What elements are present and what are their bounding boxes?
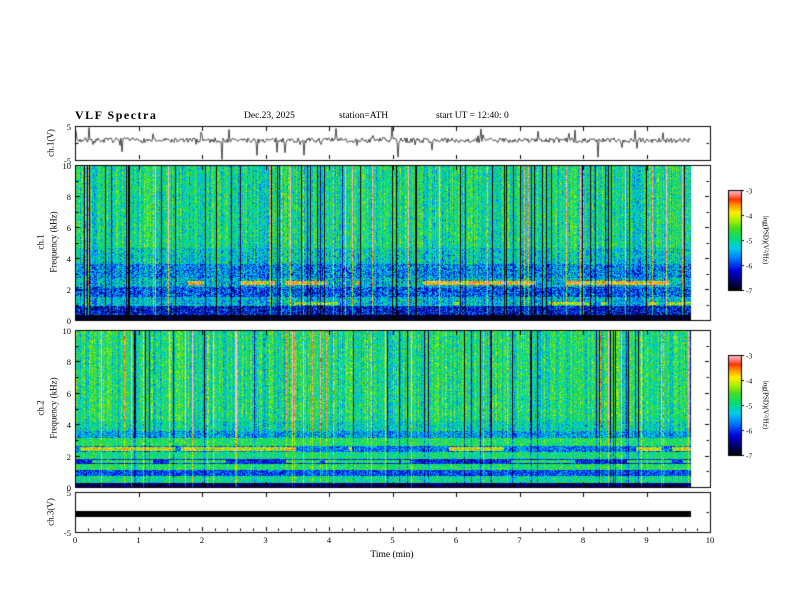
ch2-spectrogram-axis-label-line2: Frequency (kHz)	[48, 377, 59, 439]
ch3-waveform-ytick-label: -5	[63, 527, 71, 538]
x-tick-label: 6	[453, 535, 459, 545]
colorbar2-tick-label: -5	[746, 400, 753, 410]
x-tick-label: 10	[705, 535, 715, 545]
ch1-spectrogram-ytick-label: 0	[66, 315, 71, 326]
ch3-voltage-axis-label: ch.3(V)	[45, 498, 56, 526]
colorbar1-tick-label: -5	[746, 235, 753, 245]
x-axis-label: Time (min)	[370, 550, 414, 560]
figure-station: station=ATH	[339, 111, 389, 121]
x-tick-label: 1	[136, 535, 141, 545]
ch2-spectrogram-ytick-label: 10	[62, 325, 72, 336]
ch3-waveform-ytick-label: 5	[66, 487, 71, 498]
ch2-spectrogram-ytick-label: 2	[66, 451, 71, 462]
vlf-spectra-figure: VLF Spectra Dec.23, 2025 station=ATH sta…	[0, 0, 792, 612]
x-tick-label: 4	[326, 535, 332, 545]
colorbar1-tick-label: -7	[746, 285, 753, 295]
colorbar1-tick-label: -3	[746, 185, 753, 195]
ch1-spectrogram-ytick-label: 2	[66, 284, 71, 295]
colorbar2-tick-label: -3	[746, 350, 753, 360]
ch2-spectrogram-ytick-label: 8	[66, 356, 71, 367]
x-tick-label: 9	[644, 535, 649, 545]
ch2-spectrogram-axis-label-line1: ch.2	[35, 400, 46, 416]
figure-date: Dec.23, 2025	[244, 111, 295, 121]
ch1-spectrogram-ytick-label: 4	[66, 253, 71, 264]
ch1-voltage-axis-label: ch.1(V)	[45, 129, 56, 157]
ch1-spectrogram-ytick-label: 6	[66, 222, 71, 233]
x-tick-label: 2	[199, 535, 205, 545]
ch2-spectrogram-ytick-label: 6	[66, 388, 71, 399]
figure-title: VLF Spectra	[75, 108, 158, 122]
x-tick-label: 5	[390, 535, 395, 545]
colorbar1-label: log(PSD)(V²/Hz)	[761, 215, 770, 265]
colorbar2-tick-label: -6	[746, 425, 753, 435]
colorbar1-tick-label: -4	[746, 210, 753, 220]
spectra-plot-canvas	[0, 0, 792, 612]
colorbar2-tick-label: -4	[746, 375, 753, 385]
x-tick-label: 7	[517, 535, 522, 545]
ch1-spectrogram-axis-label-line2: Frequency (kHz)	[48, 211, 59, 273]
x-tick-label: 0	[72, 535, 78, 545]
figure-start-ut: start UT = 12:40: 0	[436, 111, 509, 121]
colorbar1-tick-label: -6	[746, 260, 753, 270]
x-tick-label: 3	[263, 535, 268, 545]
ch2-spectrogram-ytick-label: 4	[66, 419, 71, 430]
ch1-spectrogram-axis-label-line1: ch.1	[35, 234, 46, 250]
ch1-spectrogram-ytick-label: 10	[62, 160, 72, 171]
ch1-spectrogram-ytick-label: 8	[66, 191, 71, 202]
x-tick-label: 8	[580, 535, 586, 545]
colorbar2-label: log(PSD)(V²/Hz)	[761, 380, 770, 430]
colorbar2-tick-label: -7	[746, 450, 753, 460]
ch1-waveform-ytick-label: 5	[66, 121, 71, 132]
